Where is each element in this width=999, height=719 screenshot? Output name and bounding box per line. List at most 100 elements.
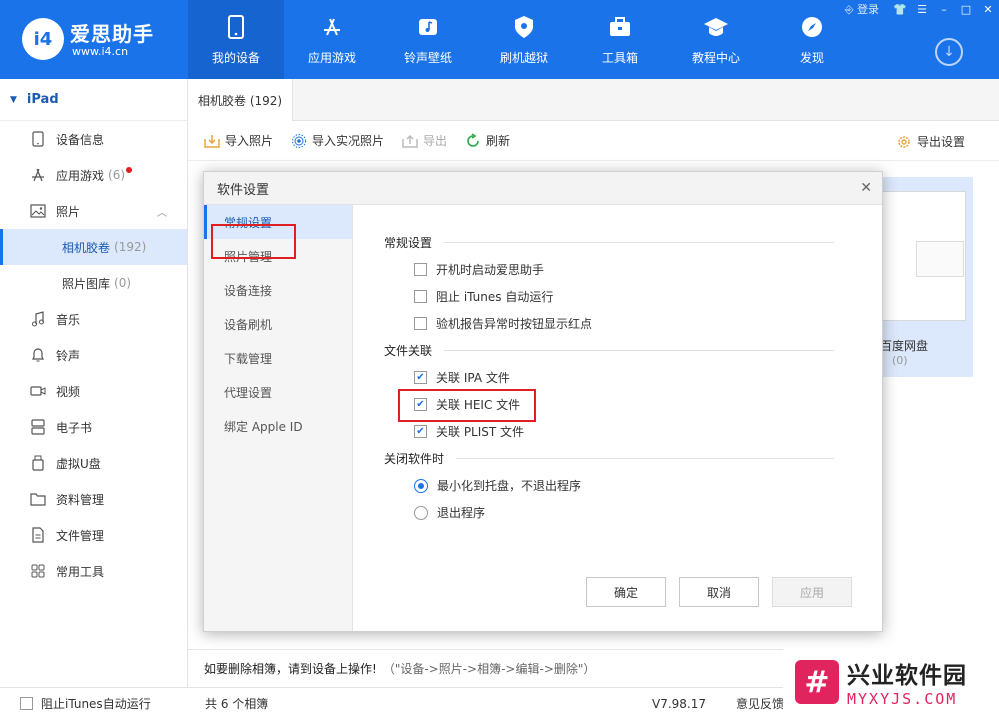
watermark-line1: 兴业软件园 bbox=[847, 663, 967, 689]
sidebar-item-data[interactable]: 资料管理 bbox=[0, 481, 187, 517]
sidebar-item-ringtones[interactable]: 铃声 bbox=[0, 337, 187, 373]
tab-camera-roll[interactable]: 相机胶卷 (192) bbox=[188, 79, 294, 121]
watermark: # 兴业软件园 MYXYJS.COM bbox=[783, 645, 999, 719]
block-itunes-toggle[interactable]: 阻止iTunes自动运行 bbox=[20, 695, 151, 712]
compass-icon bbox=[798, 13, 826, 41]
radio-selected[interactable] bbox=[414, 478, 428, 493]
grid-icon bbox=[30, 563, 46, 579]
sidebar-item-label: 相机胶卷 bbox=[62, 240, 111, 255]
section-title: 关闭软件时 bbox=[384, 452, 445, 466]
checkbox[interactable] bbox=[414, 263, 427, 276]
radio[interactable] bbox=[414, 505, 428, 520]
watermark-logo: # bbox=[795, 660, 839, 704]
dialog-body: 常规设置 开机时启动爱思助手 阻止 iTunes 自动运行 验机报告异常时按钮显… bbox=[384, 205, 834, 526]
cancel-button[interactable]: 取消 bbox=[679, 577, 759, 607]
sidebar-item-camera-roll[interactable]: 相机胶卷 (192) bbox=[0, 229, 187, 265]
nav-flash[interactable]: 刷机越狱 bbox=[476, 0, 572, 79]
album-total: 共 6 个相簿 bbox=[205, 697, 269, 711]
app-url: www.i4.cn bbox=[72, 45, 129, 58]
device-header[interactable]: ▼ iPad bbox=[0, 79, 187, 121]
option-autostart[interactable]: 开机时启动爱思助手 bbox=[384, 256, 834, 283]
skin-icon[interactable]: 👕 bbox=[889, 0, 911, 18]
app-logo: i4 bbox=[22, 18, 64, 60]
dialog-nav-proxy[interactable]: 代理设置 bbox=[204, 375, 352, 409]
sidebar-item-usb[interactable]: 虚拟U盘 bbox=[0, 445, 187, 481]
toolbar: 导入照片 导入实况照片 导出 刷新 导出设置 bbox=[188, 121, 999, 161]
option-label: 阻止 iTunes 自动运行 bbox=[436, 290, 554, 304]
refresh-button[interactable]: 刷新 bbox=[465, 132, 510, 149]
sidebar-item-device-info[interactable]: 设备信息 bbox=[0, 121, 187, 157]
refresh-label: 刷新 bbox=[486, 134, 511, 148]
top-bar: i4 爱思助手 www.i4.cn 我的设备 应用游戏 铃声壁纸 刷机越狱 工具… bbox=[0, 0, 999, 79]
toolbox-icon bbox=[606, 13, 634, 41]
nav-toolbox[interactable]: 工具箱 bbox=[572, 0, 668, 79]
dialog-nav-downloads[interactable]: 下载管理 bbox=[204, 341, 352, 375]
appstore-icon bbox=[30, 167, 46, 183]
import-live-photos-button[interactable]: 导入实况照片 bbox=[291, 132, 384, 149]
option-exit[interactable]: 退出程序 bbox=[384, 499, 834, 526]
sidebar-item-tools[interactable]: 常用工具 bbox=[0, 553, 187, 589]
dialog-nav: 常规设置 照片管理 设备连接 设备刷机 下载管理 代理设置 绑定 Apple I… bbox=[204, 205, 353, 631]
sidebar-item-photo-library[interactable]: 照片图库 (0) bbox=[0, 265, 187, 301]
dialog-title: 软件设置 bbox=[217, 182, 270, 198]
phone-icon bbox=[222, 13, 250, 41]
dialog-nav-flash[interactable]: 设备刷机 bbox=[204, 307, 352, 341]
close-icon[interactable]: ✕ bbox=[860, 180, 872, 196]
block-itunes-label: 阻止iTunes自动运行 bbox=[41, 697, 151, 711]
nav-apps[interactable]: 应用游戏 bbox=[284, 0, 380, 79]
close-icon[interactable]: ✕ bbox=[977, 0, 999, 18]
option-label: 关联 PLIST 文件 bbox=[436, 425, 525, 439]
refresh-icon bbox=[465, 132, 481, 149]
main-nav: 我的设备 应用游戏 铃声壁纸 刷机越狱 工具箱 教程中心 发现 bbox=[188, 0, 860, 79]
nav-tutorials[interactable]: 教程中心 bbox=[668, 0, 764, 79]
minimize-icon[interactable]: – bbox=[933, 0, 955, 18]
option-plist[interactable]: ✔ 关联 PLIST 文件 bbox=[384, 418, 834, 445]
sidebar-item-video[interactable]: 视频 bbox=[0, 373, 187, 409]
nav-ringtones[interactable]: 铃声壁纸 bbox=[380, 0, 476, 79]
sidebar-item-photos[interactable]: 照片 ︿ bbox=[0, 193, 187, 229]
watermark-text: 兴业软件园 MYXYJS.COM bbox=[847, 656, 967, 708]
option-red-dot[interactable]: 验机报告异常时按钮显示红点 bbox=[384, 310, 834, 337]
sidebar-item-apps[interactable]: 应用游戏 (6) bbox=[0, 157, 187, 193]
sidebar-item-label: 铃声 bbox=[56, 348, 81, 363]
dialog-nav-connection[interactable]: 设备连接 bbox=[204, 273, 352, 307]
apply-button[interactable]: 应用 bbox=[772, 577, 852, 607]
checkbox[interactable] bbox=[414, 317, 427, 330]
dialog-nav-apple-id[interactable]: 绑定 Apple ID bbox=[204, 409, 352, 443]
settings-dialog: 软件设置 ✕ 常规设置 照片管理 设备连接 设备刷机 下载管理 代理设置 绑定 … bbox=[203, 171, 883, 632]
nav-label: 我的设备 bbox=[211, 51, 260, 65]
sidebar-item-label: 虚拟U盘 bbox=[56, 456, 101, 471]
section-general: 常规设置 bbox=[384, 229, 834, 256]
sidebar-item-label: 设备信息 bbox=[56, 132, 105, 147]
maximize-icon[interactable]: □ bbox=[955, 0, 977, 18]
export-button[interactable]: 导出 bbox=[402, 132, 447, 149]
sidebar-item-music[interactable]: 音乐 bbox=[0, 301, 187, 337]
feedback-link[interactable]: 意见反馈 bbox=[736, 695, 784, 712]
export-settings-button[interactable]: 导出设置 bbox=[896, 133, 965, 150]
checkbox-checked[interactable]: ✔ bbox=[414, 371, 427, 384]
sidebar-item-ebooks[interactable]: 电子书 bbox=[0, 409, 187, 445]
album-name: 百度网盘 bbox=[880, 339, 929, 353]
ok-button[interactable]: 确定 bbox=[586, 577, 666, 607]
option-minimize[interactable]: 最小化到托盘，不退出程序 bbox=[384, 472, 834, 499]
block-itunes-checkbox[interactable] bbox=[20, 697, 33, 710]
checkbox[interactable] bbox=[414, 290, 427, 303]
section-title: 常规设置 bbox=[384, 236, 433, 250]
tablet-icon bbox=[30, 131, 46, 147]
download-icon[interactable]: ↓ bbox=[935, 38, 963, 66]
option-ipa[interactable]: ✔ 关联 IPA 文件 bbox=[384, 364, 834, 391]
album-card[interactable]: 百度网盘 (0) bbox=[880, 177, 973, 377]
app-brand: 爱思助手 bbox=[70, 22, 154, 46]
option-block-itunes[interactable]: 阻止 iTunes 自动运行 bbox=[384, 283, 834, 310]
nav-my-device[interactable]: 我的设备 bbox=[188, 0, 284, 79]
login-link[interactable]: ⎆ 登录 bbox=[845, 1, 879, 17]
export-settings-label: 导出设置 bbox=[916, 135, 965, 149]
menu-icon[interactable]: ☰ bbox=[911, 0, 933, 18]
sidebar-item-files[interactable]: 文件管理 bbox=[0, 517, 187, 553]
checkbox-checked[interactable]: ✔ bbox=[414, 425, 427, 438]
live-photo-icon bbox=[291, 133, 307, 149]
album-count: (0) bbox=[892, 354, 908, 367]
gear-icon bbox=[896, 134, 912, 150]
import-photos-button[interactable]: 导入照片 bbox=[204, 132, 273, 149]
book-icon bbox=[30, 419, 46, 435]
